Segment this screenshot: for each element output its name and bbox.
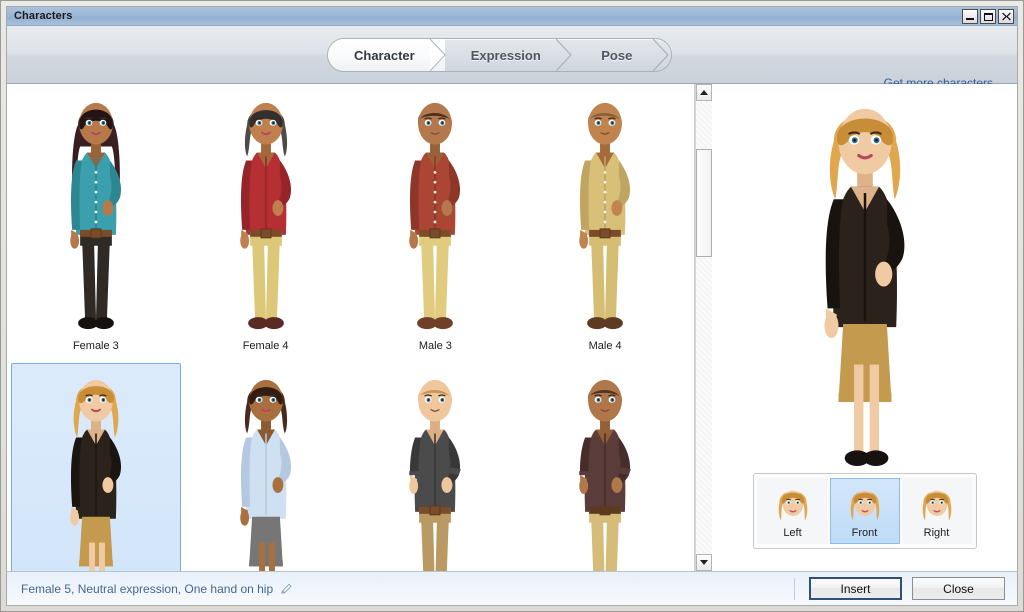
dialog-footer: Female 5, Neutral expression, One hand o… [7,571,1017,605]
footer-divider [794,578,795,600]
character-thumbnail [370,368,500,571]
minimize-button[interactable] [962,9,978,24]
character-thumbnail [31,91,161,339]
pose-label: Left [783,527,802,539]
gallery-scrollbar[interactable] [695,84,712,571]
pose-selector: Left Front Right [752,473,977,549]
character-label: Female 3 [72,340,119,352]
pose-thumbnail [842,483,888,525]
close-icon [1001,12,1011,21]
arrow-down-icon [700,560,708,565]
character-tile[interactable] [520,363,690,571]
characters-dialog-window: Characters Character Expression Pose Get… [0,0,1024,612]
pose-option-right[interactable]: Right [901,478,972,544]
chevron-right-icon [429,39,446,71]
wizard-step-breadcrumb: Character Expression Pose [327,38,672,72]
character-thumbnail [540,368,670,571]
wizard-toolbar: Character Expression Pose Get more chara… [7,26,1017,90]
insert-button[interactable]: Insert [809,577,902,600]
dialog-body: Female 3 Female 4 Male 3 Male 4 Left Fro… [7,84,1017,571]
tab-character[interactable]: Character [328,39,446,71]
pose-label: Front [851,527,878,539]
scrollbar-thumb[interactable] [696,149,712,257]
character-thumbnail [370,91,500,339]
close-dialog-button[interactable]: Close [912,577,1005,600]
chevron-right-icon [555,39,572,71]
pose-thumbnail [914,483,960,525]
character-tile-selected[interactable] [11,363,181,571]
window-controls [962,9,1014,24]
footer-buttons: Insert Close [809,577,1005,600]
character-label: Female 4 [242,340,289,352]
character-label: Male 4 [588,340,622,352]
pose-label: Right [923,527,950,539]
title-bar: Characters [7,7,1017,26]
character-tile[interactable]: Female 4 [181,86,351,363]
character-tile[interactable]: Female 3 [11,86,181,363]
character-tile[interactable]: Male 4 [520,86,690,363]
pose-thumbnail [770,483,816,525]
character-preview-panel: Left Front Right [712,84,1017,571]
character-tile[interactable] [181,363,351,571]
preview-character-figure [760,90,970,480]
tab-character-label: Character [354,47,415,63]
arrow-up-icon [700,90,708,95]
minimize-icon [966,18,974,20]
scroll-down-button[interactable] [696,554,712,571]
character-thumbnail [201,91,331,339]
status-text: Female 5, Neutral expression, One hand o… [21,581,274,596]
maximize-button[interactable] [980,9,996,24]
character-grid: Female 3 Female 4 Male 3 Male 4 [7,84,694,571]
character-thumbnail [540,91,670,339]
pencil-icon[interactable] [280,582,293,595]
close-button[interactable] [998,9,1014,24]
pose-option-left[interactable]: Left [757,478,828,544]
scrollbar-track[interactable] [696,101,712,554]
tab-expression-label: Expression [470,47,541,63]
status-bar: Female 5, Neutral expression, One hand o… [21,582,293,596]
tab-expression[interactable]: Expression [445,39,572,71]
character-tile[interactable] [351,363,521,571]
character-gallery-panel: Female 3 Female 4 Male 3 Male 4 [7,84,695,571]
scroll-up-button[interactable] [696,84,712,101]
character-thumbnail [31,368,161,571]
window-inner-frame: Characters Character Expression Pose Get… [6,6,1018,606]
window-title: Characters [14,10,73,22]
chevron-right-icon [652,39,669,71]
tab-pose-label: Pose [601,47,633,63]
character-label: Male 3 [418,340,452,352]
character-tile[interactable]: Male 3 [351,86,521,363]
pose-option-front[interactable]: Front [829,478,900,544]
character-thumbnail [201,368,331,571]
tab-pose[interactable]: Pose [571,39,671,71]
maximize-icon [983,12,993,21]
